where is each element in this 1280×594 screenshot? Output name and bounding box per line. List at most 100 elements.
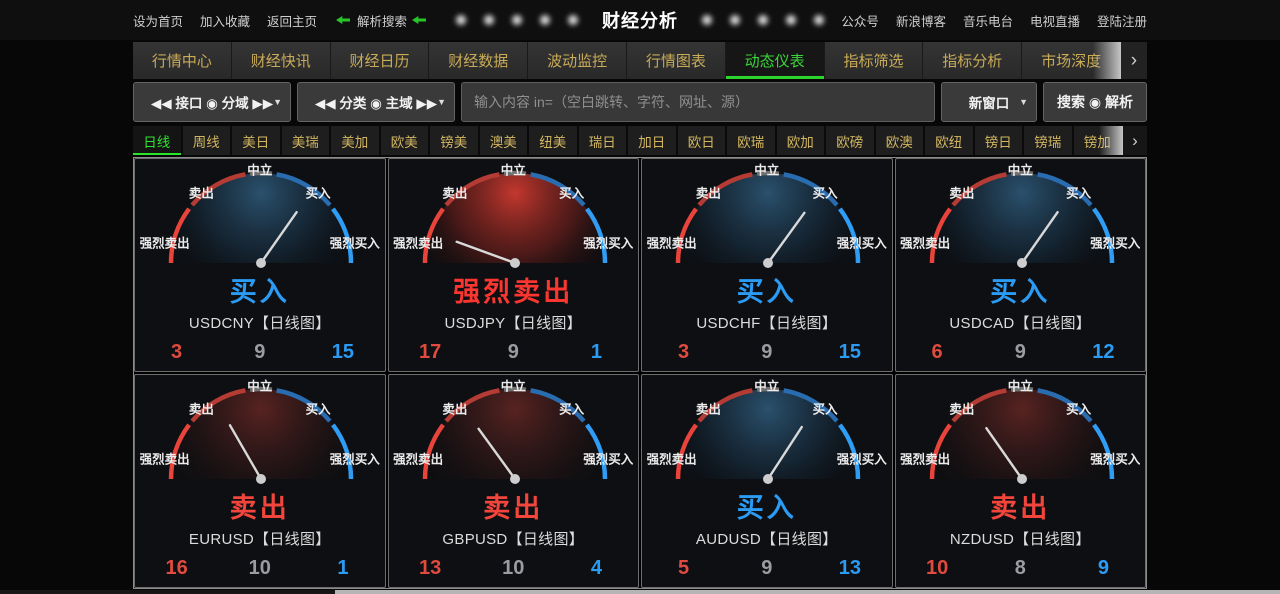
gauge-needle-hub [763,474,773,484]
count-col-sell: 10 卖出 [896,557,979,587]
symbol-tab-欧加[interactable]: 欧加 [776,126,826,155]
top-right-link-4[interactable]: 登陆注册 [1097,11,1147,30]
count-col-sell: 3 卖出 [642,341,725,371]
symbol-tabs: 日线 周线 美日 美瑞 美加 欧美 镑美 澳美 纽美 瑞日 加日 欧日 欧瑞 欧加 欧磅 欧澳 欧纽 镑日 镑瑞 镑加… [133,126,1147,155]
count-col-neutral: 10 中立 [472,557,555,587]
gauge-area: 中立 卖出 买入 强烈卖出 强烈买入 [642,159,892,271]
symbol-tab-label: 周线 [192,134,220,150]
count-value-neutral: 9 [254,341,266,363]
count-col-buy: 13 买入 [808,557,891,587]
parse-search-link[interactable]: 解析搜索 [357,11,407,30]
nav-tab-财经快讯[interactable]: 财经快讯 [231,42,331,79]
symbol-tab-欧纽[interactable]: 欧纽 [925,126,975,155]
nav-tab-市场深度[interactable]: 市场深度 [1022,42,1121,79]
symbol-tab-镑美[interactable]: 镑美 [430,126,480,155]
symbol-tab-欧磅[interactable]: 欧磅 [826,126,876,155]
gauge-scale-label-buy: 买入 [812,402,838,417]
horizontal-scrollbar [0,590,1280,594]
gauge-pair-label: EURUSD【日线图】 [188,531,331,548]
gauge-pair-label: NZDUSD【日线图】 [949,531,1091,548]
symbol-tab-周线[interactable]: 周线 [182,126,232,155]
nav-tab-label: 动态仪表 [744,53,805,70]
gauge-panel-NZDUSD: 中立卖出买入强烈卖出强烈买入卖出NZDUSD【日线图】10卖出8中立9买入 [894,374,1146,588]
top-link-2[interactable]: 返回主页 [267,11,317,30]
gauge-counts-row: 17 卖出 9 中立 1 买入 [389,341,639,371]
search-button-label: 搜索 ◉ 解析 [1057,94,1133,110]
symbol-tab-美瑞[interactable]: 美瑞 [281,126,331,155]
top-right-link-1[interactable]: 新浪博客 [896,11,946,30]
top-link-1[interactable]: 加入收藏 [200,11,250,30]
symbol-tab-欧瑞[interactable]: 欧瑞 [727,126,777,155]
nav-tab-波动监控[interactable]: 波动监控 [528,42,627,79]
nav-tab-动态仪表[interactable]: 动态仪表 [725,42,825,79]
symbol-tab-镑加[interactable]: 镑加 [1073,126,1123,155]
gauge-counts-row: 16 卖出 10 中立 1 买入 [135,557,385,587]
search-button[interactable]: 搜索 ◉ 解析 [1043,82,1147,122]
symbol-tab-澳美[interactable]: 澳美 [479,126,529,155]
symbol-tab-镑瑞[interactable]: 镑瑞 [1024,126,1074,155]
count-col-neutral: 9 中立 [472,341,555,371]
symbol-tab-欧日[interactable]: 欧日 [677,126,727,155]
count-col-sell: 17 卖出 [389,341,472,371]
gauge-pair-label: AUDUSD【日线图】 [695,531,838,548]
count-value-buy: 4 [590,557,602,579]
symbol-tab-label: 美瑞 [291,134,319,150]
green-arrow-icon [412,16,427,24]
subtabs-scroll-right-button[interactable]: › [1123,126,1147,155]
count-label-neutral: 中立 [979,584,1062,587]
search-input[interactable] [461,82,935,122]
symbol-tab-label: 日线 [143,134,171,150]
gauge-scale-label-strong_buy: 强烈买入 [583,236,634,251]
symbol-tab-label: 欧日 [687,134,715,150]
count-col-neutral: 10 中立 [218,557,301,587]
category-dropdown[interactable]: ◀◀ 分类 ◉ 主域 ▶▶ ▼ [297,82,455,122]
symbol-tab-美日[interactable]: 美日 [232,126,282,155]
count-col-buy: 1 买入 [555,341,638,371]
count-col-sell: 16 卖出 [135,557,218,587]
interface-dropdown[interactable]: ◀◀ 接口 ◉ 分域 ▶▶ ▼ [133,82,291,122]
nav-tab-label: 财经数据 [448,53,509,70]
top-right-link-0[interactable]: 公众号 [841,11,879,30]
symbol-tab-label: 美日 [242,134,270,150]
nav-tab-指标分析[interactable]: 指标分析 [923,42,1023,79]
count-col-buy: 1 买入 [301,557,384,587]
horizontal-scrollbar-thumb[interactable] [335,590,1280,594]
window-target-dropdown[interactable]: 新窗口 ▼ [941,82,1037,122]
count-value-neutral: 9 [1014,341,1026,363]
count-value-buy: 9 [1097,557,1109,579]
top-right-link-3[interactable]: 电视直播 [1030,11,1080,30]
nav-tab-财经数据[interactable]: 财经数据 [429,42,529,79]
symbol-tab-label: 欧澳 [885,134,913,150]
blurred-icons-right [702,15,824,25]
count-value-sell: 16 [165,557,188,579]
count-col-sell: 5 卖出 [642,557,725,587]
nav-tab-行情图表[interactable]: 行情图表 [626,42,726,79]
symbol-tab-纽美[interactable]: 纽美 [529,126,579,155]
symbol-tab-加日[interactable]: 加日 [628,126,678,155]
nav-tab-指标筛选[interactable]: 指标筛选 [824,42,924,79]
blurred-dot-icon [456,15,466,25]
chevron-down-icon: ▼ [437,97,446,107]
gauge-counts-row: 10 卖出 8 中立 9 买入 [896,557,1146,587]
blurred-dot-icon [568,15,578,25]
gauge-scale-label-sell: 卖出 [695,402,721,417]
symbol-tab-瑞日[interactable]: 瑞日 [578,126,628,155]
top-right-link-2[interactable]: 音乐电台 [963,11,1013,30]
nav-tab-行情中心[interactable]: 行情中心 [133,42,232,79]
nav-tab-label: 指标筛选 [843,53,904,70]
gauge-scale-label-sell: 卖出 [695,186,721,201]
gauge-scale-label-neutral: 中立 [500,163,526,178]
gauge-scale-label-buy: 买入 [305,186,331,201]
gauge-needle-hub [509,474,520,484]
count-label-buy: 买入 [301,368,384,371]
symbol-tab-日线[interactable]: 日线 [133,126,183,155]
symbol-tab-欧美[interactable]: 欧美 [380,126,430,155]
count-label-sell: 卖出 [389,584,472,587]
nav-scroll-right-button[interactable]: › [1120,42,1147,79]
symbol-tab-美加[interactable]: 美加 [331,126,381,155]
count-label-neutral: 中立 [218,368,301,371]
symbol-tab-欧澳[interactable]: 欧澳 [875,126,925,155]
top-link-0[interactable]: 设为首页 [133,11,183,30]
nav-tab-财经日历[interactable]: 财经日历 [330,42,430,79]
symbol-tab-镑日[interactable]: 镑日 [974,126,1024,155]
